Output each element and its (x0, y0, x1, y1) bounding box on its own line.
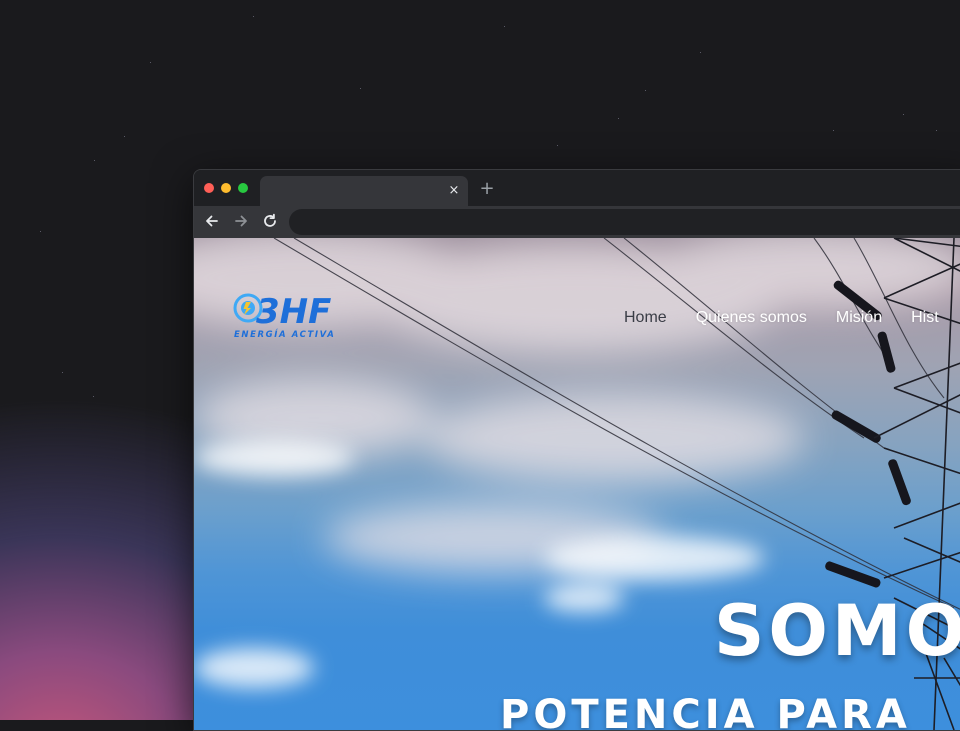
browser-tab[interactable]: × (260, 176, 468, 206)
tab-bar: × + (194, 170, 960, 206)
reload-icon[interactable] (260, 211, 280, 231)
nav-link-home[interactable]: Home (624, 309, 667, 327)
site-logo[interactable]: 3HF ENERGÍA ACTIVA (232, 290, 352, 344)
back-arrow-icon[interactable] (202, 211, 222, 231)
logo-mark: 3HF (256, 292, 331, 332)
nav-link-historia[interactable]: Hist (911, 309, 939, 327)
nav-link-mision[interactable]: Misión (836, 309, 882, 327)
address-bar[interactable] (289, 209, 960, 235)
window-maximize-button[interactable] (238, 183, 248, 193)
browser-toolbar (194, 206, 960, 239)
window-close-button[interactable] (204, 183, 214, 193)
new-tab-icon[interactable]: + (478, 180, 496, 198)
hero-subheadline: POTENCIA PARA (500, 692, 911, 730)
nav-link-quienes-somos[interactable]: Quienes somos (696, 309, 807, 327)
forward-arrow-icon[interactable] (231, 211, 251, 231)
logo-tagline: ENERGÍA ACTIVA (234, 328, 335, 340)
browser-window: × + 3HF ENERGÍA ACTIVA Home Quienes somo… (193, 169, 960, 731)
tab-close-icon[interactable]: × (446, 183, 462, 199)
site-nav: Home Quienes somos Misión Hist (624, 307, 960, 327)
hero-headline: SOMOS (714, 590, 960, 672)
window-minimize-button[interactable] (221, 183, 231, 193)
page-viewport: 3HF ENERGÍA ACTIVA Home Quienes somos Misi… (194, 238, 960, 730)
